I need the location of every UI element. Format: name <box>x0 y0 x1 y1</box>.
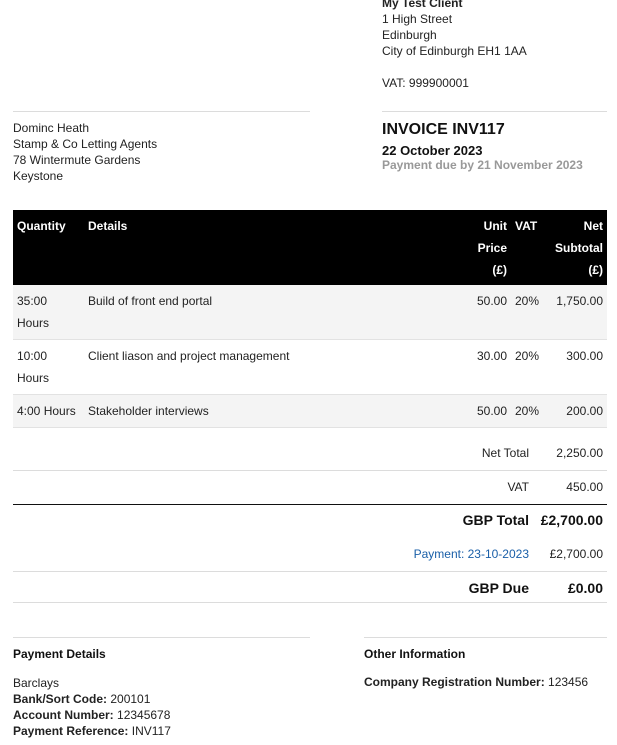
payment-row: Payment: 23-10-2023 £2,700.00 <box>13 537 607 571</box>
cell-quantity: 4:00 Hours <box>13 394 84 428</box>
client-address-line: 1 High Street <box>382 12 453 26</box>
account-number-label: Account Number: <box>13 708 114 722</box>
vat-total-row: VAT 450.00 <box>13 470 607 504</box>
col-header-net-subtotal: Net Subtotal (£) <box>547 210 607 285</box>
cell-unit-price: 30.00 <box>456 339 511 395</box>
net-total-value: 2,250.00 <box>556 446 603 460</box>
payment-reference-label: Payment Reference: <box>13 724 129 738</box>
invoice-title: INVOICE INV117 <box>382 121 505 138</box>
bill-to-line: Stamp & Co Letting Agents <box>13 137 158 151</box>
company-registration-label: Company Registration Number: <box>364 675 545 689</box>
col-header-unit-price-line: Unit <box>483 219 507 233</box>
divider <box>13 602 607 603</box>
net-total-label: Net Total <box>481 446 529 460</box>
gbp-due-row: GBP Due £0.00 <box>13 570 607 604</box>
client-address-line: Edinburgh <box>382 28 437 42</box>
gbp-total-value: £2,700.00 <box>540 512 603 528</box>
gbp-due-value: £0.00 <box>567 580 603 596</box>
bill-to-line: Dominc Heath <box>13 121 90 135</box>
cell-unit-price: 50.00 <box>456 285 511 340</box>
vat-total-value: 450.00 <box>566 480 603 494</box>
sort-code-value: 200101 <box>110 692 151 706</box>
divider <box>382 111 607 112</box>
table-row: 35:00 Hours Build of front end portal 50… <box>13 285 607 340</box>
cell-subtotal: 200.00 <box>547 394 607 428</box>
col-header-vat: VAT <box>511 210 547 285</box>
account-number-value: 12345678 <box>117 708 171 722</box>
table-row: 4:00 Hours Stakeholder interviews 50.00 … <box>13 394 607 428</box>
bill-to-line: Keystone <box>13 169 64 183</box>
gbp-due-label: GBP Due <box>468 580 529 596</box>
payment-reference-value: INV117 <box>131 724 171 738</box>
payment-details-title: Payment Details <box>13 647 106 661</box>
sort-code-label: Bank/Sort Code: <box>13 692 108 706</box>
col-header-net-subtotal-line: Subtotal <box>555 241 603 255</box>
other-information-title: Other Information <box>364 647 466 661</box>
col-header-unit-price: Unit Price (£) <box>456 210 511 285</box>
cell-subtotal: 300.00 <box>547 339 607 395</box>
cell-details: Client liason and project management <box>84 339 456 395</box>
gbp-total-row: GBP Total £2,700.00 <box>13 502 607 536</box>
payment-details: Payment Details Barclays Bank/Sort Code:… <box>13 646 171 739</box>
company-registration: Company Registration Number: 123456 <box>364 675 588 689</box>
bill-to-address: Dominc Heath Stamp & Co Letting Agents 7… <box>13 120 157 184</box>
cell-quantity: 35:00 Hours <box>13 285 84 340</box>
cell-subtotal: 1,750.00 <box>547 285 607 340</box>
gbp-total-label: GBP Total <box>462 512 529 528</box>
company-registration-value: 123456 <box>548 675 589 689</box>
bank-name: Barclays <box>13 676 60 690</box>
invoice-date: 22 October 2023 <box>382 143 483 158</box>
client-vat: VAT: 999900001 <box>382 76 469 90</box>
divider <box>364 637 607 638</box>
sort-code: Bank/Sort Code: 200101 <box>13 691 171 707</box>
cell-details: Stakeholder interviews <box>84 394 456 428</box>
cell-unit-price: 50.00 <box>456 394 511 428</box>
col-header-net-subtotal-line: Net <box>583 219 603 233</box>
cell-vat: 20% <box>511 339 547 395</box>
cell-vat: 20% <box>511 285 547 340</box>
payment-value: £2,700.00 <box>549 547 603 561</box>
account-number: Account Number: 12345678 <box>13 707 171 723</box>
col-header-unit-price-line: (£) <box>492 263 507 277</box>
table-header-row: Quantity Details Unit Price (£) VAT Net … <box>13 210 607 285</box>
cell-details: Build of front end portal <box>84 285 456 340</box>
divider <box>13 111 310 112</box>
table-row: 10:00 Hours Client liason and project ma… <box>13 339 607 395</box>
bill-to-line: 78 Wintermute Gardens <box>13 153 141 167</box>
invoice-heading: INVOICE INV117 22 October 2023 Payment d… <box>382 121 583 172</box>
col-header-net-subtotal-line: (£) <box>588 263 603 277</box>
col-header-unit-price-line: Price <box>477 241 507 255</box>
net-total-row: Net Total 2,250.00 <box>13 436 607 470</box>
client-address-line: City of Edinburgh EH1 1AA <box>382 44 527 58</box>
col-header-quantity: Quantity <box>13 210 84 285</box>
cell-vat: 20% <box>511 394 547 428</box>
payment-link[interactable]: Payment: 23-10-2023 <box>414 547 529 561</box>
cell-quantity: 10:00 Hours <box>13 339 84 395</box>
invoice-due-date: Payment due by 21 November 2023 <box>382 158 583 172</box>
other-information: Other Information Company Registration N… <box>364 646 588 689</box>
client-name: My Test Client <box>382 0 463 10</box>
client-address: My Test Client 1 High Street Edinburgh C… <box>382 0 527 91</box>
line-items-table: Quantity Details Unit Price (£) VAT Net … <box>13 210 607 428</box>
divider <box>13 637 310 638</box>
vat-total-label: VAT <box>507 480 529 494</box>
payment-reference: Payment Reference: INV117 <box>13 723 171 739</box>
col-header-details: Details <box>84 210 456 285</box>
